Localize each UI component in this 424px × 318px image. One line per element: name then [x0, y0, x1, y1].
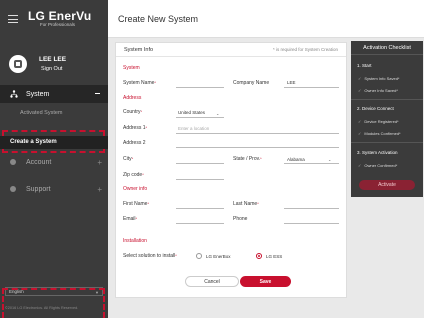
network-icon: [10, 90, 18, 98]
highlight-box: [2, 288, 105, 318]
system-info-form: System Info * is required for System Cre…: [115, 42, 347, 298]
sidebar-item-system[interactable]: System: [0, 85, 108, 103]
email-input[interactable]: [176, 223, 224, 224]
radio-lg-enerbox[interactable]: LG EnerBox: [196, 253, 231, 259]
divider: [351, 99, 423, 100]
checklist-step-2: 2. Device Connect: [357, 106, 394, 111]
company-name-input[interactable]: [284, 87, 339, 88]
sidebar-item-account[interactable]: Account +: [0, 155, 108, 169]
check-icon: ✓: [358, 88, 362, 93]
user-profile: LEE LEE Sign Out: [0, 44, 108, 84]
checklist-item: ✓ System Info Saved*: [358, 76, 400, 81]
section-installation: Installation: [123, 238, 147, 244]
check-icon: ✓: [358, 119, 362, 124]
address1-input[interactable]: [176, 133, 339, 134]
avatar: [9, 55, 27, 73]
required-note: * is required for System Creation: [272, 47, 338, 52]
last-name-input[interactable]: [284, 208, 339, 209]
brand-logo[interactable]: LG EnerVu For Professionals: [28, 10, 91, 28]
radio-label: LG EnerBox: [206, 253, 231, 259]
sidebar: LG EnerVu For Professionals LEE LEE Sign…: [0, 0, 108, 318]
radio-lg-ess[interactable]: LG ESS: [256, 253, 282, 259]
form-header: System Info * is required for System Cre…: [116, 43, 346, 57]
section-system: System: [123, 65, 140, 71]
brand-subtitle: For Professionals: [40, 22, 76, 28]
sidebar-item-label: Support: [26, 185, 51, 193]
address1-label: Address 1*: [123, 125, 148, 131]
system-name-input[interactable]: [176, 87, 224, 88]
country-value: United States: [178, 110, 206, 115]
radio-label: LG ESS: [266, 253, 283, 259]
menu-icon[interactable]: [8, 15, 18, 23]
sidebar-item-create-system[interactable]: Create a System: [0, 136, 108, 149]
activation-checklist: Activation Checklist 1. Start ✓ System In…: [351, 41, 423, 197]
country-label: Country*: [123, 109, 143, 115]
company-name-value: LEE: [287, 80, 296, 85]
zip-label: Zip code*: [123, 172, 144, 178]
phone-label: Phone: [233, 216, 248, 222]
company-name-label: Company Name: [233, 80, 270, 86]
page-title: Create New System: [108, 0, 424, 38]
sidebar-header: LG EnerVu For Professionals: [0, 0, 108, 38]
expand-icon[interactable]: +: [97, 158, 102, 167]
address2-label: Address 2: [123, 140, 146, 146]
radio-selected-icon: [256, 253, 262, 259]
section-owner: Owner info: [123, 186, 148, 192]
chevron-down-icon: ⌄: [328, 157, 332, 162]
activate-button[interactable]: Activate: [359, 180, 415, 190]
form-title: System Info: [124, 46, 154, 53]
sign-out-link[interactable]: Sign Out: [39, 65, 66, 73]
system-name-label: System Name*: [123, 80, 156, 86]
save-button[interactable]: Save: [240, 276, 291, 287]
phone-input[interactable]: [284, 223, 339, 224]
user-name: LEE LEE: [39, 56, 67, 63]
state-select[interactable]: [284, 163, 339, 164]
state-value: Alabama: [287, 157, 305, 162]
divider: [351, 142, 423, 143]
copyright: ©2016 LG Electronics. All Rights Reserve…: [5, 306, 79, 310]
solution-label: Select solution to install*: [123, 253, 177, 259]
radio-icon: [196, 253, 202, 259]
state-label: State / Prov.*: [233, 156, 262, 162]
collapse-icon[interactable]: [95, 93, 100, 94]
check-icon: ✓: [358, 76, 362, 81]
zip-input[interactable]: [176, 179, 224, 180]
sidebar-item-activated-system[interactable]: Activated System: [0, 106, 108, 120]
account-icon: [10, 159, 16, 165]
city-label: City*: [123, 156, 134, 162]
sidebar-item-support[interactable]: Support +: [0, 182, 108, 196]
address1-placeholder: Enter a location: [178, 126, 210, 131]
email-label: Email*: [123, 216, 138, 222]
support-icon: [10, 186, 16, 192]
check-icon: ✓: [358, 131, 362, 136]
cancel-button[interactable]: Cancel: [185, 276, 239, 287]
sidebar-item-label: System: [26, 90, 50, 98]
checklist-title: Activation Checklist: [351, 41, 423, 55]
first-name-label: First Name*: [123, 201, 150, 207]
section-address: Address: [123, 95, 142, 101]
chevron-down-icon: ⌄: [216, 111, 220, 116]
checklist-step-3: 3. System Activation: [357, 150, 398, 155]
city-input[interactable]: [176, 163, 224, 164]
check-icon: ✓: [358, 163, 362, 168]
sidebar-item-label: Account: [26, 158, 52, 166]
last-name-label: Last Name*: [233, 201, 259, 207]
first-name-input[interactable]: [176, 208, 224, 209]
checklist-item: ✓ Owner Info Saved*: [358, 88, 398, 93]
brand-name: LG EnerVu: [28, 9, 92, 24]
checklist-step-1: 1. Start: [357, 63, 372, 68]
checklist-item: ✓ Owner Confirmed*: [358, 163, 398, 168]
checklist-item: ✓ Device Registered*: [358, 119, 399, 124]
checklist-item: ✓ Modules Confirmed*: [358, 131, 401, 136]
expand-icon[interactable]: +: [97, 185, 102, 194]
user-icon: [14, 60, 22, 68]
address2-input[interactable]: [176, 147, 339, 148]
main-content: Create New System System Info * is requi…: [108, 0, 424, 318]
country-select[interactable]: [176, 117, 224, 118]
